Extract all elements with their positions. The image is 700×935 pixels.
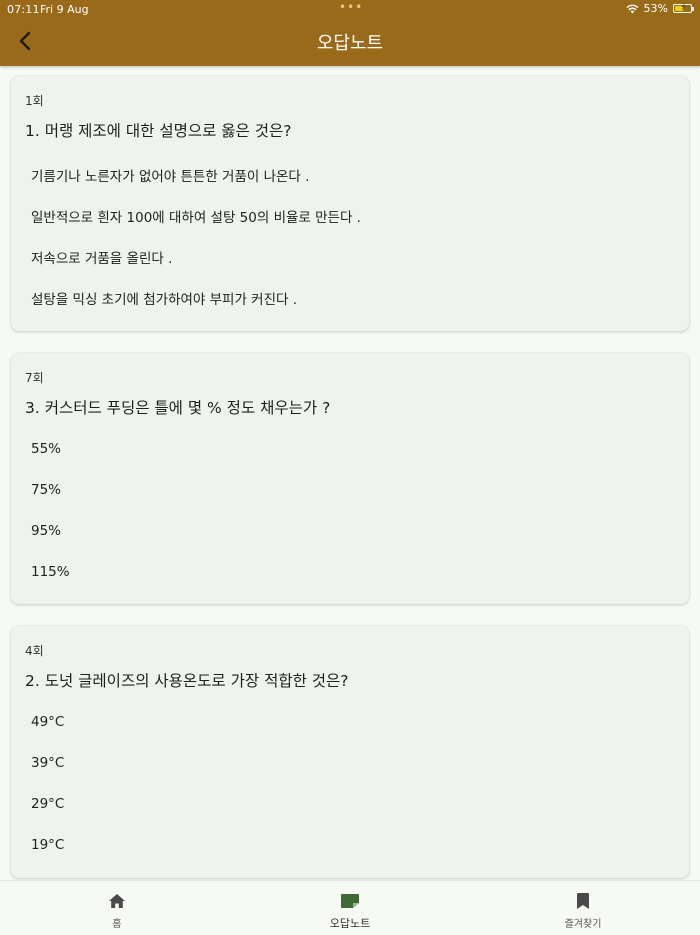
answer-option[interactable]: 29°C — [31, 796, 64, 812]
nav-label-home: 홈 — [112, 919, 122, 930]
status-date: Fri 9 Aug — [40, 3, 89, 16]
answer-option[interactable]: 49°C — [31, 714, 64, 730]
note-icon — [341, 894, 359, 908]
question-card: 4회 2. 도넛 글레이즈의 사용온도로 가장 적합한 것은? 49°C 39°… — [11, 626, 689, 878]
multitask-dots-icon[interactable]: ••• — [339, 0, 363, 14]
answer-option[interactable]: 저속으로 거품을 올린다 . — [31, 247, 172, 267]
round-label: 1회 — [25, 94, 44, 108]
bottom-navigation: 홈 오답노트 즐겨찾기 — [0, 880, 700, 935]
status-bar: 07:11 Fri 9 Aug ••• 53% ⚡ — [0, 0, 700, 18]
bookmark-icon — [577, 893, 589, 909]
question-text: 1. 머랭 제조에 대한 설명으로 옳은 것은? — [25, 122, 292, 140]
page-title: 오답노트 — [316, 33, 384, 54]
wifi-icon — [626, 4, 639, 13]
answer-option[interactable]: 기름기나 노른자가 없어야 튼튼한 거품이 나온다 . — [31, 165, 309, 185]
answer-option[interactable]: 55% — [31, 441, 61, 457]
answer-option[interactable]: 75% — [31, 482, 61, 498]
question-card: 1회 1. 머랭 제조에 대한 설명으로 옳은 것은? 기름기나 노른자가 없어… — [11, 76, 689, 331]
question-card: 7회 3. 커스터드 푸딩은 틀에 몇 % 정도 채우는가 ? 55% 75% … — [11, 353, 689, 604]
status-indicators: 53% ⚡ — [626, 2, 694, 15]
wrong-answer-list[interactable]: 1회 1. 머랭 제조에 대한 설명으로 옳은 것은? 기름기나 노른자가 없어… — [0, 66, 700, 880]
nav-label-bookmarks: 즐겨찾기 — [564, 919, 602, 930]
charging-icon: ⚡ — [680, 3, 687, 13]
home-icon — [109, 894, 125, 908]
question-text: 3. 커스터드 푸딩은 틀에 몇 % 정도 채우는가 ? — [25, 399, 331, 417]
nav-item-bookmarks[interactable]: 즐겨찾기 — [523, 891, 643, 930]
nav-item-wrong-notes[interactable]: 오답노트 — [290, 891, 410, 931]
round-label: 4회 — [25, 644, 44, 658]
status-time: 07:11 — [7, 3, 40, 16]
nav-label-wrong-notes: 오답노트 — [329, 917, 371, 930]
answer-option[interactable]: 95% — [31, 523, 61, 539]
answer-option[interactable]: 115% — [31, 564, 70, 580]
answer-option[interactable]: 일반적으로 흰자 100에 대하여 설탕 50의 비율로 만든다 . — [31, 206, 361, 226]
nav-item-home[interactable]: 홈 — [57, 891, 177, 930]
question-text: 2. 도넛 글레이즈의 사용온도로 가장 적합한 것은? — [25, 672, 349, 690]
answer-option[interactable]: 39°C — [31, 755, 64, 771]
round-label: 7회 — [25, 371, 44, 385]
battery-percent: 53% — [643, 2, 668, 15]
answer-option[interactable]: 19°C — [31, 837, 64, 853]
answer-option[interactable]: 설탕을 믹싱 초기에 첨가하여야 부피가 커진다 . — [31, 288, 297, 308]
battery-icon: ⚡ — [673, 3, 694, 13]
app-bar: 07:11 Fri 9 Aug ••• 53% ⚡ 오답노트 — [0, 0, 700, 66]
